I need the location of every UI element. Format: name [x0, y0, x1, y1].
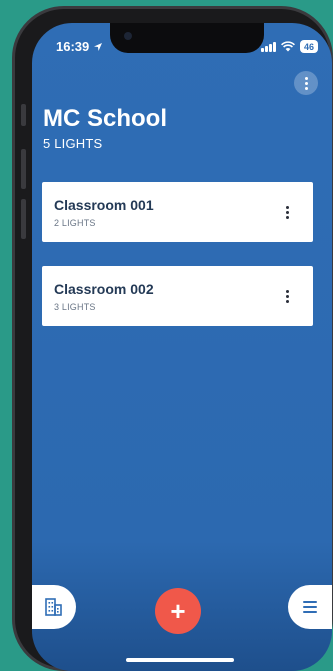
more-vertical-icon — [286, 206, 289, 219]
home-indicator[interactable] — [126, 658, 234, 662]
room-name: Classroom 002 — [54, 281, 154, 297]
status-bar: 16:39 46 — [32, 39, 332, 57]
room-card[interactable]: Classroom 001 2 LIGHTS — [42, 182, 313, 242]
building-icon — [45, 598, 62, 616]
room-more-button[interactable] — [286, 290, 289, 303]
plus-icon: + — [170, 595, 186, 626]
more-options-button[interactable] — [294, 71, 318, 95]
status-time: 16:39 — [56, 39, 90, 54]
cellular-signal-icon — [260, 41, 276, 52]
battery-indicator: 46 — [299, 40, 318, 53]
buildings-button[interactable] — [32, 585, 76, 629]
phone-side-button — [21, 149, 26, 189]
room-light-count: 3 LIGHTS — [54, 302, 96, 312]
room-light-count: 2 LIGHTS — [54, 218, 96, 228]
add-button[interactable]: + — [155, 588, 201, 634]
wifi-icon — [281, 41, 295, 52]
hamburger-menu-icon — [303, 601, 317, 613]
status-icons: 46 — [260, 40, 318, 53]
phone-side-button — [21, 199, 26, 239]
phone-frame: 16:39 46 MC School 5 LIGHTS Classroom 00… — [12, 6, 333, 671]
page-subtitle: 5 LIGHTS — [43, 136, 103, 151]
menu-button[interactable] — [288, 585, 332, 629]
more-vertical-icon — [286, 290, 289, 303]
room-card[interactable]: Classroom 002 3 LIGHTS — [42, 266, 313, 326]
phone-side-button — [21, 104, 26, 126]
room-name: Classroom 001 — [54, 197, 154, 213]
app-screen: 16:39 46 MC School 5 LIGHTS Classroom 00… — [32, 23, 332, 671]
bottom-bar: + — [32, 561, 332, 671]
more-vertical-icon — [304, 76, 308, 90]
room-more-button[interactable] — [286, 206, 289, 219]
location-arrow-icon — [94, 42, 103, 51]
page-title: MC School — [43, 105, 167, 132]
status-time-group: 16:39 — [56, 39, 103, 54]
